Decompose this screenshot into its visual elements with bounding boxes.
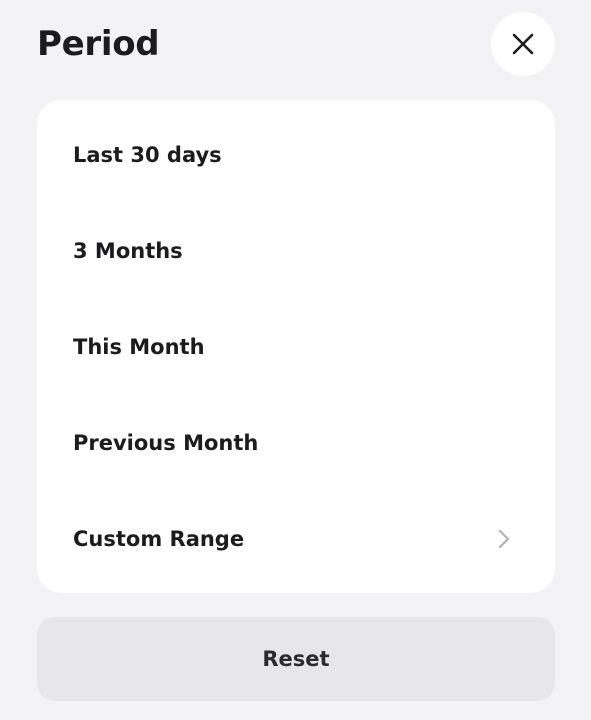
close-icon bbox=[512, 33, 534, 55]
option-previous-month[interactable]: Previous Month bbox=[37, 395, 555, 491]
close-button[interactable] bbox=[491, 12, 555, 76]
option-this-month[interactable]: This Month bbox=[37, 299, 555, 395]
option-label: Previous Month bbox=[73, 431, 259, 455]
chevron-right-icon bbox=[498, 529, 510, 549]
reset-button[interactable]: Reset bbox=[37, 617, 555, 701]
option-label: Last 30 days bbox=[73, 143, 222, 167]
period-options-list: Last 30 days 3 Months This Month Previou… bbox=[37, 100, 555, 593]
option-custom-range[interactable]: Custom Range bbox=[37, 491, 555, 587]
option-label: Custom Range bbox=[73, 527, 245, 551]
option-last-30-days[interactable]: Last 30 days bbox=[37, 107, 555, 203]
option-3-months[interactable]: 3 Months bbox=[37, 203, 555, 299]
page-title: Period bbox=[37, 24, 160, 64]
option-label: This Month bbox=[73, 335, 205, 359]
reset-button-label: Reset bbox=[262, 647, 330, 671]
option-label: 3 Months bbox=[73, 239, 183, 263]
